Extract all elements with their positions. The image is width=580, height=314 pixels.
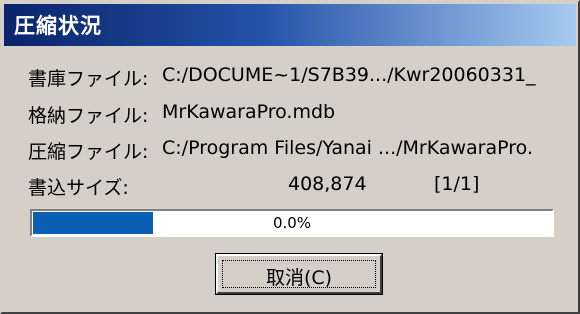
file-counter: [1/1] <box>434 173 480 195</box>
stored-file-value: MrKawaraPro.mdb <box>162 101 336 123</box>
cancel-button[interactable]: 取消(C) <box>215 253 383 295</box>
window-title: 圧縮状況 <box>14 14 102 38</box>
progress-bar: 0.0% <box>30 209 554 237</box>
written-size-value: 408,874 <box>288 173 367 195</box>
stored-file-label: 格納ファイル: <box>28 105 149 127</box>
cancel-button-label: 取消(C) <box>265 267 333 289</box>
archive-file-value: C:/DOCUME~1/S7B39.../Kwr20060331_ <box>162 64 536 86</box>
compressing-file-label: 圧縮ファイル: <box>28 141 149 163</box>
compression-status-dialog: 圧縮状況 書庫ファイル: C:/DOCUME~1/S7B39.../Kwr200… <box>0 0 580 314</box>
title-bar[interactable]: 圧縮状況 <box>4 4 576 46</box>
archive-file-label: 書庫ファイル: <box>28 68 149 90</box>
written-size-label: 書込サイズ: <box>28 177 129 199</box>
progress-percent: 0.0% <box>272 214 312 232</box>
compressing-file-value: C:/Program Files/Yanai .../MrKawaraPro. <box>162 137 533 159</box>
